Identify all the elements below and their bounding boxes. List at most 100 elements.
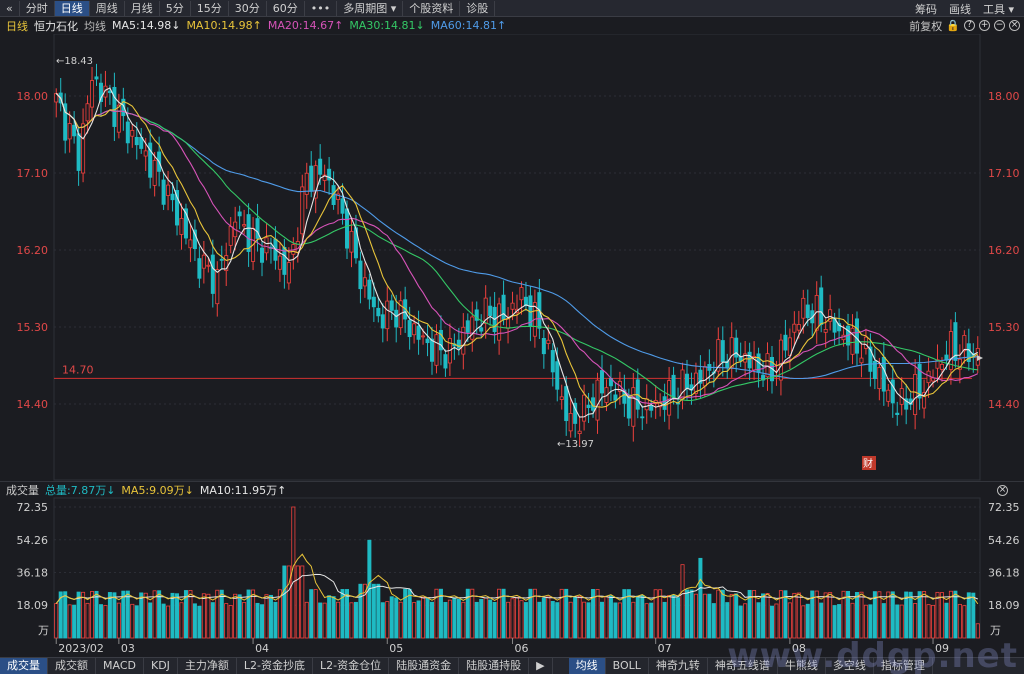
volume-bar — [761, 593, 766, 639]
candle-body — [747, 351, 752, 369]
volume-bar — [868, 604, 873, 639]
volume-bar — [698, 557, 703, 639]
period-tab[interactable]: 15分 — [191, 0, 229, 16]
volume-bar — [922, 591, 927, 639]
candle-body — [385, 300, 390, 330]
candle-body — [206, 264, 211, 267]
volume-bar — [81, 591, 86, 639]
volume-bar — [237, 594, 242, 639]
candle-body — [286, 262, 291, 284]
volume-bar — [380, 602, 385, 639]
watermark: www.ddgp.net — [727, 636, 1018, 674]
period-tabs: 分时 日线 周线 月线 5分 15分 30分 60分 ••• 多周期图 ▾ 个股资料 诊股 — [20, 0, 496, 16]
ma-value: MA5:14.98↓ — [112, 19, 181, 32]
volume-bar — [376, 583, 381, 639]
kline-chart[interactable]: 18.00 18.00 17.10 17.10 16.20 16.20 15.30 15.30… — [0, 34, 1024, 657]
volume-bar — [224, 603, 229, 639]
volume-bar — [881, 603, 886, 639]
period-tab[interactable]: 周线 — [90, 0, 125, 16]
volume-bar — [577, 595, 582, 639]
indicator-tab[interactable]: 陆股通持股 — [459, 658, 530, 674]
indicator-tab[interactable]: KDJ — [144, 658, 178, 674]
volume-bar — [796, 592, 801, 639]
tools-menu-button[interactable]: 工具 ▾ — [977, 1, 1020, 17]
indicator-tab[interactable]: ▶ — [529, 658, 553, 674]
volume-bar — [774, 603, 779, 639]
candle-body — [926, 370, 931, 384]
date-label: 04 — [255, 642, 269, 655]
period-tab[interactable]: 月线 — [125, 0, 160, 16]
candle-body — [260, 247, 265, 263]
candle-body — [801, 297, 806, 319]
volume-bar — [846, 590, 851, 639]
candle-body — [67, 123, 72, 140]
volume-bar — [345, 589, 350, 639]
period-tab[interactable]: 30分 — [229, 0, 267, 16]
volume-tick-right: 54.26 — [988, 534, 1020, 547]
volume-bar — [859, 591, 864, 639]
volume-bar — [716, 589, 721, 639]
indicator-tab[interactable]: 陆股通资金 — [389, 658, 460, 674]
volume-bar — [358, 583, 363, 639]
help-icon[interactable]: ? — [964, 20, 975, 31]
volume-bar — [488, 599, 493, 639]
period-tab[interactable]: 多周期图 ▾ — [337, 0, 404, 16]
indicator-tab[interactable]: MACD — [96, 658, 144, 674]
price-tick-right: 15.30 — [988, 321, 1020, 334]
volume-bar — [953, 590, 958, 639]
lock-icon[interactable]: 🔒 — [946, 19, 960, 32]
indicator-tab[interactable]: 神奇九转 — [649, 658, 708, 674]
volume-bar — [506, 601, 511, 639]
ma-settings-label[interactable]: 均线 — [84, 18, 106, 34]
volume-bar — [318, 602, 323, 639]
volume-bar — [877, 591, 882, 639]
volume-bar — [394, 597, 399, 639]
volume-bar — [805, 603, 810, 639]
indicator-tab[interactable]: 均线 — [568, 658, 606, 674]
candle-body — [613, 394, 618, 401]
volume-bar — [756, 602, 761, 639]
volume-bar — [640, 594, 645, 639]
volume-bar — [90, 591, 95, 639]
chips-button[interactable]: 筹码 — [909, 1, 943, 17]
volume-bar — [336, 601, 341, 639]
volume-bar — [523, 602, 528, 639]
indicator-tab[interactable]: BOLL — [606, 658, 649, 674]
volume-bar — [693, 593, 698, 639]
candle-body — [246, 214, 251, 252]
volume-bar — [456, 598, 461, 639]
candle-body — [300, 186, 305, 235]
candle-body — [309, 165, 314, 192]
indicator-tab[interactable]: 成交额 — [48, 658, 96, 674]
volume-bar — [447, 599, 452, 639]
back-icon[interactable]: « — [0, 0, 20, 16]
candle-body — [228, 226, 233, 246]
indicator-tab[interactable]: 成交量 — [0, 658, 48, 674]
period-tab[interactable]: 日线 — [54, 0, 90, 16]
indicator-tab[interactable]: L2-资金仓位 — [313, 658, 390, 674]
volume-ma5: MA5:9.09万↓ — [121, 484, 194, 497]
period-tab[interactable]: 个股资料 — [403, 0, 461, 16]
volume-close-icon[interactable]: × — [997, 485, 1008, 496]
volume-bar — [461, 601, 466, 639]
period-tab[interactable]: 分时 — [20, 0, 55, 16]
period-tab[interactable]: ••• — [305, 0, 338, 16]
volume-bar — [913, 603, 918, 639]
adjust-mode-button[interactable]: 前复权 — [909, 18, 942, 34]
period-tab[interactable]: 5分 — [160, 0, 191, 16]
close-icon[interactable]: × — [1009, 20, 1020, 31]
volume-bar — [85, 602, 90, 639]
volume-bar — [474, 601, 479, 639]
volume-bar — [510, 598, 515, 639]
period-tab[interactable]: 诊股 — [460, 0, 496, 16]
volume-bar — [850, 602, 855, 639]
indicator-tab[interactable]: 主力净额 — [178, 658, 237, 674]
period-tab[interactable]: 60分 — [267, 0, 305, 16]
price-tick-right: 16.20 — [988, 244, 1020, 257]
stock-name: 恒力石化 — [34, 19, 78, 33]
indicator-tab[interactable]: L2-资金抄底 — [237, 658, 314, 674]
candle-body — [792, 323, 797, 333]
zoom-out-icon[interactable]: − — [994, 20, 1005, 31]
draw-line-button[interactable]: 画线 — [943, 1, 977, 17]
zoom-in-icon[interactable]: + — [979, 20, 990, 31]
